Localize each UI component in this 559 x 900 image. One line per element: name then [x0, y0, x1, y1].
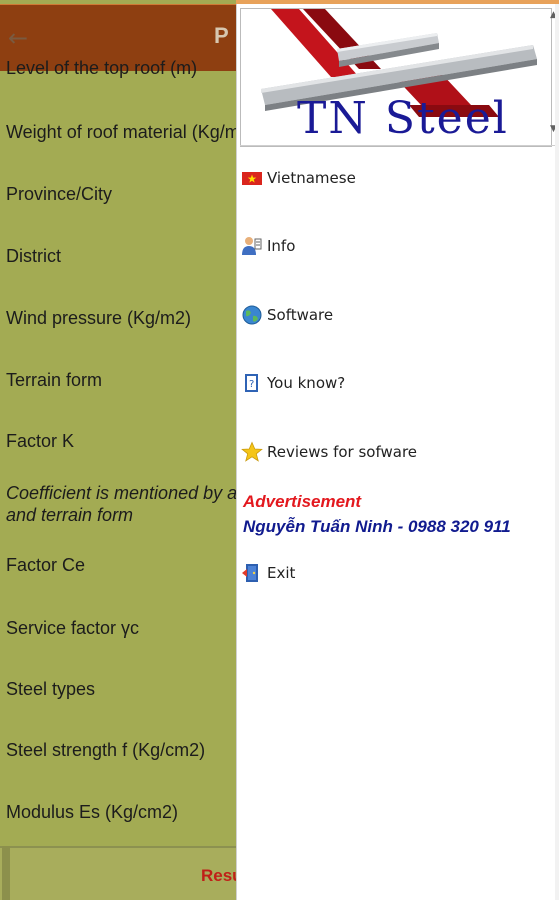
drawer-right-edge	[555, 4, 559, 900]
advertisement-contact[interactable]: Nguyễn Tuấn Ninh - 0988 320 911	[243, 517, 511, 537]
menu-item-you-know[interactable]: ? You know?	[241, 371, 345, 395]
book-icon: ?	[245, 374, 258, 392]
menu-item-info[interactable]: Info	[241, 234, 295, 258]
label-terrain-form: Terrain form	[6, 370, 103, 390]
result-button-label[interactable]: Result	[201, 866, 236, 886]
exit-door-icon	[242, 564, 258, 582]
label-steel-strength: Steel strength f (Kg/cm2)	[6, 740, 206, 760]
menu-item-reviews[interactable]: Reviews for sofware	[241, 440, 417, 464]
app-title: P	[214, 23, 229, 48]
label-roof-weight: Weight of roof material (Kg/m2)	[6, 122, 236, 142]
globe-icon	[242, 305, 262, 325]
label-service-factor: Service factor γc	[6, 618, 140, 638]
menu-label-exit: Exit	[267, 564, 296, 582]
arrow-left-icon[interactable]: ←	[8, 25, 34, 51]
label-province-city: Province/City	[6, 184, 113, 204]
label-factor-ce: Factor Ce	[6, 555, 86, 575]
star-icon	[241, 441, 263, 462]
vietnam-flag-icon	[242, 172, 262, 185]
navigation-drawer: TN Steel ▲ ▼ Vietnamese Info Software ? …	[236, 4, 559, 900]
label-steel-types: Steel types	[6, 679, 96, 699]
advertisement-title: Advertisement	[243, 492, 362, 511]
label-modulus-es: Modulus Es (Kg/cm2)	[6, 802, 179, 822]
menu-label-software: Software	[267, 306, 334, 324]
svg-text:?: ?	[249, 379, 254, 390]
label-wind-pressure: Wind pressure (Kg/m2)	[6, 308, 192, 328]
label-district: District	[6, 246, 61, 266]
menu-label-vietnamese: Vietnamese	[267, 169, 356, 187]
divider	[240, 145, 559, 146]
menu-item-vietnamese[interactable]: Vietnamese	[241, 166, 356, 190]
result-bar-edge	[2, 846, 10, 900]
logo-text: TN Steel	[297, 93, 509, 144]
menu-label-reviews: Reviews for sofware	[267, 443, 418, 461]
menu-item-exit[interactable]: Exit	[241, 561, 295, 585]
label-top-roof-level: Level of the top roof (m)	[6, 58, 198, 78]
label-factor-k: Factor K	[6, 431, 75, 451]
label-coefficient-note: Coefficient is mentioned by altitude and…	[6, 483, 236, 525]
menu-label-you-know: You know?	[267, 374, 346, 392]
menu-label-info: Info	[267, 237, 296, 255]
logo-banner: TN Steel	[240, 8, 552, 147]
user-info-icon	[242, 237, 262, 255]
menu-item-software[interactable]: Software	[241, 303, 333, 327]
parameter-form: ← P Level of the top roof (m) Weight of …	[0, 0, 236, 900]
